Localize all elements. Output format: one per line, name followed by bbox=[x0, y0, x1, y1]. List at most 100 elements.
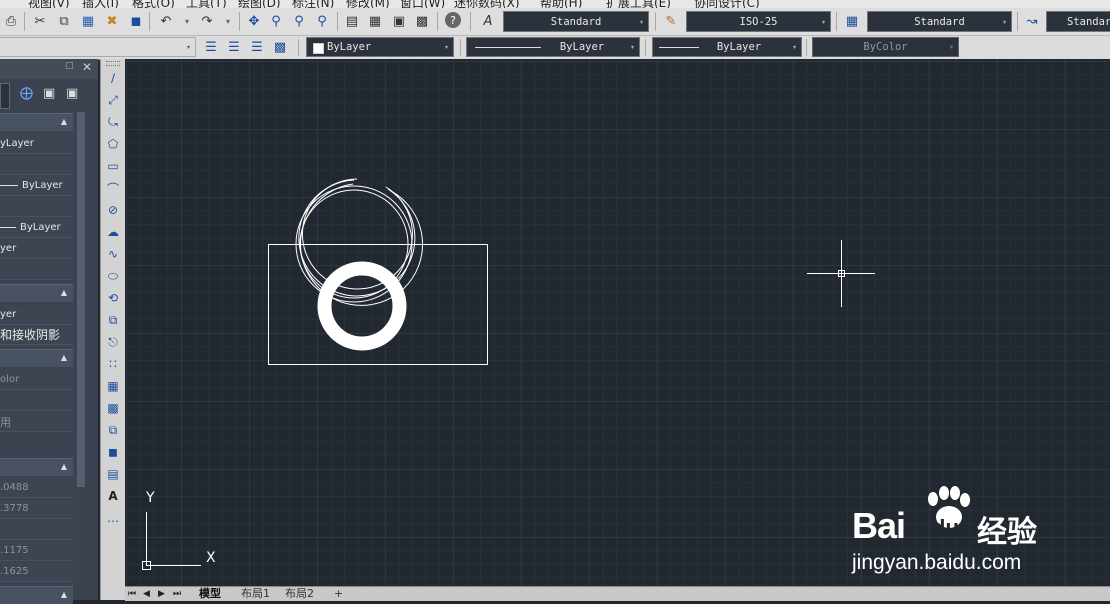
line-icon[interactable]: ∕ bbox=[104, 69, 122, 87]
close-icon[interactable]: ✕ bbox=[82, 60, 92, 74]
table-style-select[interactable]: Standard ▾ bbox=[867, 11, 1012, 32]
prop-color[interactable]: yLayer bbox=[0, 134, 73, 154]
ellipse-icon[interactable]: ⬭ bbox=[104, 267, 122, 285]
prop-lineweight[interactable]: ByLayer bbox=[0, 218, 73, 238]
redo-dropdown-icon[interactable]: ▾ bbox=[219, 12, 237, 30]
paste-icon[interactable]: ▦ bbox=[79, 12, 97, 30]
donut-entity[interactable] bbox=[317, 261, 407, 351]
layer-select[interactable]: ▾ bbox=[0, 37, 196, 57]
make-block-icon[interactable]: ⎋ bbox=[104, 333, 122, 351]
drawing-canvas[interactable]: Y X Bai du 经验 jingyan.baidu.com bbox=[125, 59, 1110, 586]
prop-transparency[interactable]: yer bbox=[0, 239, 73, 259]
menu-dimension[interactable]: 标注(N) bbox=[292, 0, 334, 8]
text-style-icon[interactable]: A bbox=[479, 12, 497, 30]
undo-dropdown-icon[interactable]: ▾ bbox=[178, 12, 196, 30]
layer-manager-icon[interactable]: ☰ bbox=[202, 38, 220, 56]
section-3d-effects[interactable]: ▲ bbox=[0, 284, 73, 302]
insert-block-icon[interactable]: ⧉ bbox=[104, 311, 122, 329]
region-icon[interactable]: ◼ bbox=[104, 443, 122, 461]
menu-help[interactable]: 帮助(H) bbox=[540, 0, 582, 8]
make-current-layer-icon[interactable]: ☰ bbox=[248, 38, 266, 56]
menu-modify[interactable]: 修改(M) bbox=[346, 0, 390, 8]
multileader-style-select[interactable]: Standar bbox=[1046, 11, 1110, 32]
palette-scrollbar[interactable] bbox=[77, 112, 85, 487]
section-view[interactable]: ▲ bbox=[0, 458, 73, 476]
prop-layer[interactable] bbox=[0, 155, 73, 175]
ellipse-arc-icon[interactable]: ⟲ bbox=[104, 289, 122, 307]
menu-window[interactable]: 窗口(W) bbox=[400, 0, 445, 8]
table-style-icon[interactable]: ▦ bbox=[843, 12, 861, 30]
boundary-icon[interactable]: ⧉ bbox=[104, 421, 122, 439]
prop-plot-style[interactable]: olor bbox=[0, 370, 73, 390]
zoom-window-icon[interactable]: ⚲ bbox=[290, 12, 308, 30]
lineweight-select[interactable]: ByLayer ▾ bbox=[652, 37, 802, 57]
dim-style-select[interactable]: ISO-25 ▾ bbox=[686, 11, 831, 32]
circle-icon[interactable]: ⊘ bbox=[104, 201, 122, 219]
menu-view[interactable]: 视图(V) bbox=[28, 0, 70, 8]
menu-collab[interactable]: 协同设计(C) bbox=[694, 0, 760, 8]
tab-model[interactable]: 模型 bbox=[199, 587, 221, 601]
prop-linetype[interactable]: ByLayer bbox=[0, 176, 73, 196]
copy-icon[interactable]: ⧉ bbox=[55, 12, 73, 30]
zoom-realtime-icon[interactable]: ⚲ bbox=[267, 12, 285, 30]
pin-icon[interactable]: □ bbox=[65, 61, 74, 71]
prop-thickness[interactable] bbox=[0, 260, 73, 280]
plot-style-select[interactable]: ByColor ▾ bbox=[812, 37, 959, 57]
prev-tab-icon[interactable]: ◀ bbox=[143, 587, 150, 601]
gradient-icon[interactable]: ▩ bbox=[104, 399, 122, 417]
table-icon[interactable]: ▤ bbox=[104, 465, 122, 483]
prop-linetype-scale[interactable] bbox=[0, 197, 73, 217]
prop-plot-table-attached[interactable]: 用 bbox=[0, 412, 73, 432]
point-icon[interactable]: ∷ bbox=[104, 355, 122, 373]
linetype-select[interactable]: ByLayer ▾ bbox=[466, 37, 640, 57]
block-icon[interactable]: ◼ bbox=[127, 12, 145, 30]
menu-insert[interactable]: 插入(I) bbox=[82, 0, 119, 8]
properties-icon[interactable]: ▤ bbox=[343, 12, 361, 30]
redo-icon[interactable]: ↷ bbox=[198, 12, 216, 30]
hatch-icon[interactable]: ▦ bbox=[104, 377, 122, 395]
help-icon[interactable]: ? bbox=[445, 12, 461, 28]
pan-icon[interactable]: ✥ bbox=[245, 12, 263, 30]
tab-layout2[interactable]: 布局2 bbox=[285, 587, 314, 601]
text-style-select[interactable]: Standard ▾ bbox=[503, 11, 649, 32]
quick-select-icon[interactable]: ▣ bbox=[66, 86, 78, 101]
rectangle-icon[interactable]: ▭ bbox=[104, 157, 122, 175]
tab-layout1[interactable]: 布局1 bbox=[241, 587, 270, 601]
tab-add[interactable]: + bbox=[334, 587, 343, 601]
prop-height[interactable]: .1175 bbox=[0, 541, 73, 561]
toolbar-grip[interactable] bbox=[106, 61, 120, 66]
section-plot-style[interactable]: ▲ bbox=[0, 349, 73, 367]
multiline-text-icon[interactable]: A bbox=[104, 487, 122, 505]
print-icon[interactable]: ⎙ bbox=[2, 12, 20, 30]
prop-material[interactable]: yer bbox=[0, 305, 73, 325]
toggle-pickadd-icon[interactable]: ⨁ bbox=[20, 86, 33, 101]
prop-center-x[interactable]: .0488 bbox=[0, 478, 73, 498]
layer-previous-icon[interactable]: ▩ bbox=[271, 38, 289, 56]
polygon-icon[interactable]: ⬠ bbox=[104, 135, 122, 153]
next-tab-icon[interactable]: ▶ bbox=[158, 587, 165, 601]
zoom-previous-icon[interactable]: ⚲ bbox=[313, 12, 331, 30]
menu-mini[interactable]: 迷你数码(X) bbox=[454, 0, 520, 8]
first-tab-icon[interactable]: ⏮ bbox=[128, 587, 136, 601]
dim-style-icon[interactable]: ✎ bbox=[662, 12, 680, 30]
construction-line-icon[interactable]: ⤢ bbox=[104, 91, 122, 109]
prop-width[interactable]: .1625 bbox=[0, 562, 73, 582]
spline-icon[interactable]: ∿ bbox=[104, 245, 122, 263]
revision-cloud-icon[interactable]: ☁ bbox=[104, 223, 122, 241]
prop-plot-style-table[interactable] bbox=[0, 391, 73, 411]
design-center-icon[interactable]: ▦ bbox=[366, 12, 384, 30]
cut-icon[interactable]: ✂ bbox=[31, 12, 49, 30]
select-objects-icon[interactable]: ▣ bbox=[43, 86, 55, 101]
multileader-style-icon[interactable]: ↝ bbox=[1023, 12, 1041, 30]
menu-draw[interactable]: 绘图(D) bbox=[238, 0, 281, 8]
spiral-entity[interactable] bbox=[295, 178, 424, 306]
section-misc[interactable]: ▲ bbox=[0, 586, 73, 604]
selection-select[interactable] bbox=[0, 83, 10, 109]
prop-shadow[interactable]: 和接收阴影 bbox=[0, 325, 73, 345]
last-tab-icon[interactable]: ⏭ bbox=[173, 587, 181, 601]
tool-palettes-icon[interactable]: ▣ bbox=[390, 12, 408, 30]
polyline-icon[interactable]: ⤿ bbox=[104, 113, 122, 131]
undo-icon[interactable]: ↶ bbox=[157, 12, 175, 30]
layer-states-icon[interactable]: ☰ bbox=[225, 38, 243, 56]
match-properties-icon[interactable]: ✖ bbox=[103, 12, 121, 30]
